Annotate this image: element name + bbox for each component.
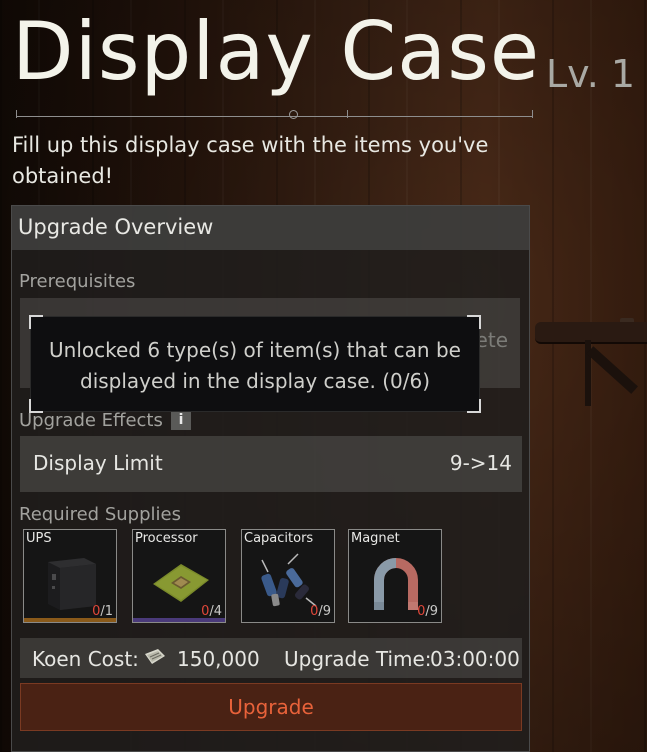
upgrade-overview-panel: Upgrade Overview Prerequisites ete Upgra… — [11, 205, 530, 752]
building-description: Fill up this display case with the items… — [12, 133, 489, 188]
level-label: Lv. 1 — [546, 52, 636, 96]
tooltip-text: Unlocked 6 type(s) of item(s) that can b… — [49, 338, 461, 393]
supply-count: 0/4 — [201, 604, 222, 619]
supply-slot-processor[interactable]: Processor 0/4 — [132, 529, 226, 623]
supply-count: 0/9 — [417, 604, 438, 619]
panel-title: Upgrade Overview — [18, 215, 214, 239]
info-icon[interactable]: i — [171, 410, 191, 430]
effect-name: Display Limit — [33, 451, 163, 475]
panel-header: Upgrade Overview — [12, 206, 529, 250]
koen-currency-icon — [145, 649, 165, 664]
effect-row: Display Limit 9->14 — [20, 436, 522, 492]
supply-count: 0/9 — [310, 604, 331, 619]
effect-value: 9->14 — [449, 451, 512, 475]
supply-slot-ups[interactable]: UPS 0/1 — [23, 529, 117, 623]
cost-value: 150,000 — [177, 647, 260, 671]
supply-slot-magnet[interactable]: Magnet 0/9 — [348, 529, 442, 623]
prerequisite-tooltip: Unlocked 6 type(s) of item(s) that can b… — [29, 315, 481, 413]
tooltip-corner — [29, 315, 43, 329]
upgrade-time-value: 03:00:00 — [430, 647, 520, 671]
upgrade-time-label: Upgrade Time: — [284, 647, 432, 671]
upgrade-button[interactable]: Upgrade — [20, 683, 522, 731]
processor-icon — [153, 564, 209, 602]
cost-row: Koen Cost: 150,000 Upgrade Time: 03:00:0… — [20, 638, 522, 678]
tooltip-corner — [467, 399, 481, 413]
capacitors-icon — [261, 553, 317, 607]
tooltip-corner — [29, 399, 43, 413]
cost-label: Koen Cost: — [32, 647, 139, 671]
supply-name: Processor — [135, 531, 198, 546]
magnet-icon — [374, 558, 418, 610]
ups-icon — [48, 558, 96, 610]
tooltip-corner — [467, 315, 481, 329]
required-supplies-label: Required Supplies — [19, 504, 181, 525]
page-title: Display Case — [12, 5, 541, 98]
divider-tick — [347, 110, 348, 118]
divider-tick — [532, 110, 533, 118]
rarity-bar — [133, 618, 225, 622]
upgrade-button-label: Upgrade — [228, 695, 314, 719]
rarity-bar — [24, 618, 116, 622]
supply-name: Magnet — [351, 531, 400, 546]
divider-tick — [16, 110, 17, 118]
prerequisite-status: ete — [475, 328, 508, 352]
prerequisites-label: Prerequisites — [19, 271, 136, 292]
supply-count: 0/1 — [92, 604, 113, 619]
supply-name: Capacitors — [244, 531, 314, 546]
title-divider — [16, 116, 533, 117]
upgrade-effects-label: Upgrade Effects — [19, 410, 163, 431]
divider-marker — [289, 110, 298, 119]
supply-name: UPS — [26, 531, 52, 546]
supply-slot-capacitors[interactable]: Capacitors 0/9 — [241, 529, 335, 623]
